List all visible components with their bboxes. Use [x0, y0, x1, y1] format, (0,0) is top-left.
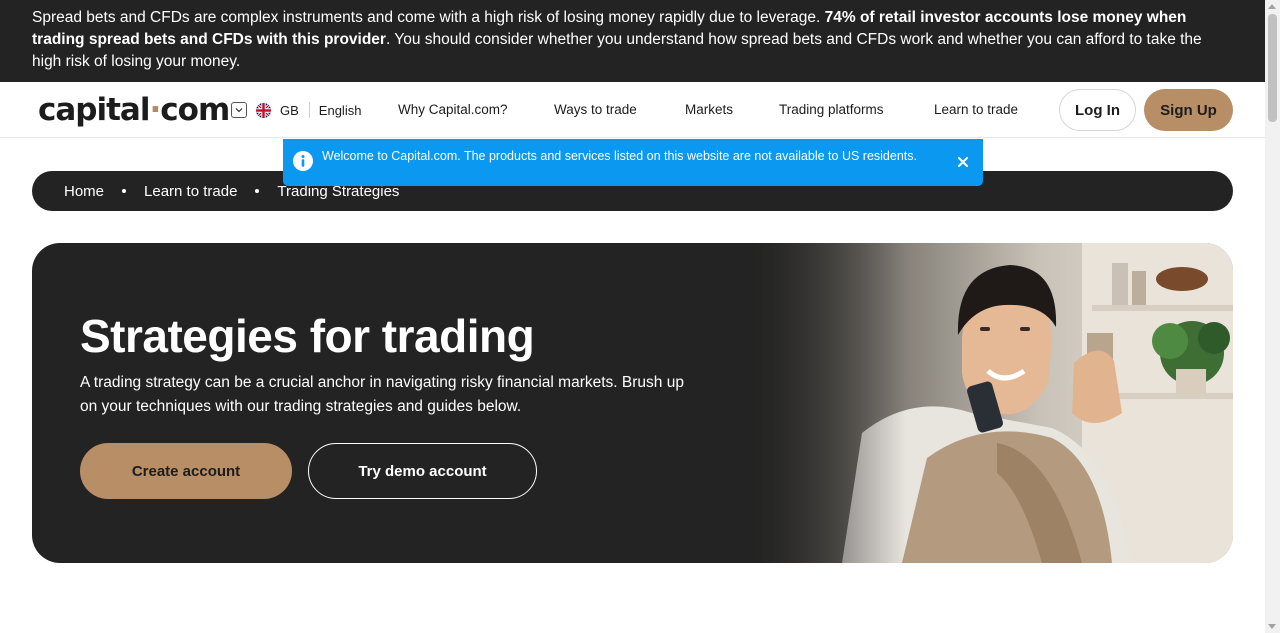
language-selector[interactable]: GB English — [231, 101, 361, 119]
scroll-up-arrow-icon[interactable] — [1268, 4, 1276, 9]
scrollbar-thumb[interactable] — [1268, 14, 1277, 122]
uk-flag-icon — [256, 102, 271, 118]
nav-learn-to-trade[interactable]: Learn to trade — [934, 102, 1018, 117]
risk-warning-text: Spread bets and CFDs are complex instrum… — [32, 9, 825, 26]
login-button[interactable]: Log In — [1059, 89, 1136, 131]
breadcrumb-separator — [255, 189, 260, 193]
language-label: English — [318, 102, 362, 118]
create-account-button[interactable]: Create account — [80, 443, 292, 499]
breadcrumb-separator — [122, 189, 127, 193]
info-icon — [293, 151, 313, 171]
vertical-scrollbar[interactable] — [1265, 0, 1280, 633]
hero-description: A trading strategy can be a crucial anch… — [80, 374, 684, 415]
logo-dot: · — [149, 92, 161, 128]
hero-title: Strategies for trading — [80, 310, 535, 362]
risk-warning-banner: Spread bets and CFDs are complex instrum… — [0, 0, 1265, 82]
logo-text-left: capital — [38, 92, 150, 128]
breadcrumb-home[interactable]: Home — [64, 183, 104, 200]
scroll-down-arrow-icon[interactable] — [1268, 624, 1276, 629]
nav-why-capital[interactable]: Why Capital.com? — [398, 102, 508, 117]
signup-button[interactable]: Sign Up — [1144, 89, 1233, 131]
hero-banner: Strategies for trading A trading strateg… — [32, 243, 1233, 563]
nav-trading-platforms[interactable]: Trading platforms — [779, 102, 884, 117]
hero-photo-smiling-man-with-phone — [752, 243, 1233, 563]
logo-text-right: com — [160, 92, 230, 128]
try-demo-account-button[interactable]: Try demo account — [308, 443, 537, 499]
notice-text: Welcome to Capital.com. The products and… — [322, 149, 917, 163]
site-header: capital·com GB English Why Capital.com? … — [0, 82, 1265, 138]
nav-markets[interactable]: Markets — [685, 102, 733, 117]
language-divider — [308, 102, 310, 118]
breadcrumb-learn-to-trade[interactable]: Learn to trade — [144, 183, 237, 200]
country-code: GB — [280, 102, 299, 118]
chevron-down-icon[interactable] — [231, 102, 247, 118]
page: Spread bets and CFDs are complex instrum… — [0, 0, 1280, 633]
nav-ways-to-trade[interactable]: Ways to trade — [554, 102, 637, 117]
capital-com-logo[interactable]: capital·com — [38, 92, 230, 128]
us-residents-notice: Welcome to Capital.com. The products and… — [283, 139, 983, 186]
close-icon[interactable] — [953, 152, 973, 172]
